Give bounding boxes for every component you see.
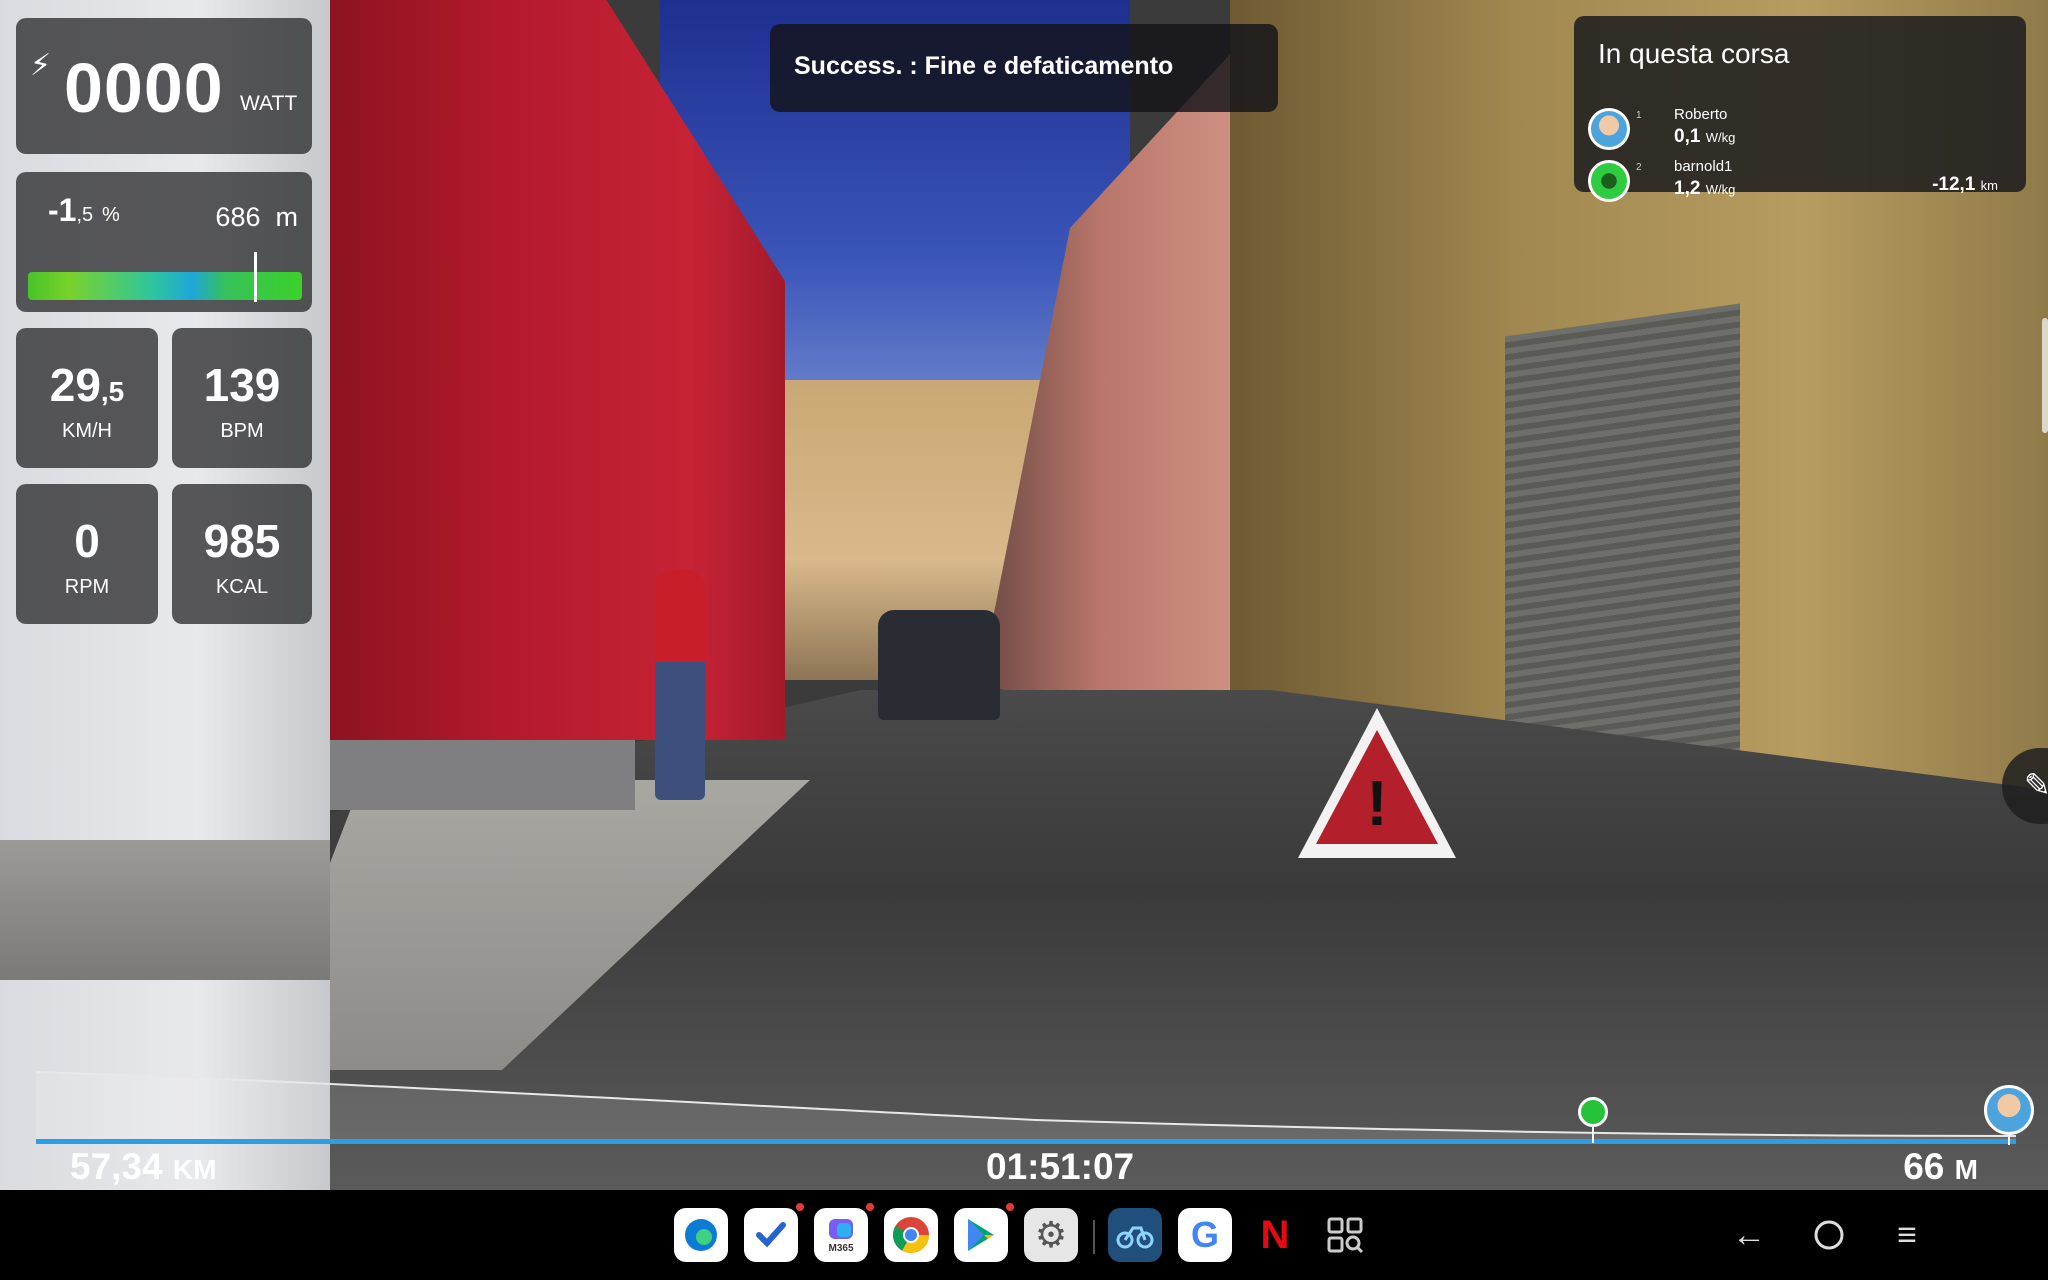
marker-stem (1592, 1127, 1594, 1143)
rider-name: Roberto (1674, 106, 1728, 123)
rider-wkg: 0,1 W/kg (1674, 126, 1736, 147)
power-panel: ⚡︎ 0000 WATT (16, 18, 312, 154)
rider-position: 2 (1636, 162, 1642, 173)
side-scroll-handle[interactable] (2042, 318, 2048, 433)
route-progress-bar (36, 1139, 2016, 1144)
garmin-tacx-icon[interactable] (1108, 1208, 1162, 1262)
settings-icon[interactable]: ⚙ (1024, 1208, 1078, 1262)
calories-tile: 985 KCAL (172, 484, 312, 624)
rider-name: barnold1 (1674, 158, 1733, 175)
lightning-icon: ⚡︎ (30, 49, 52, 82)
remaining-readout: 66 M (1903, 1146, 1978, 1187)
grade-gradient-bar (28, 272, 302, 300)
speed-unit: KM/H (62, 420, 112, 442)
netflix-icon[interactable]: N (1248, 1208, 1302, 1262)
m365-icon[interactable]: M365 (814, 1203, 874, 1262)
race-panel[interactable]: In questa corsa 1 Roberto 0,1 W/kg 2 bar… (1574, 16, 2026, 202)
parked-car (878, 610, 1000, 720)
pencil-icon: ✎ (2024, 767, 2048, 803)
rider-position: 1 (1636, 110, 1642, 121)
marker-stem (2008, 1135, 2010, 1145)
power-unit: WATT (240, 92, 298, 115)
pedestrian (655, 570, 705, 800)
race-panel-title: In questa corsa (1598, 38, 1790, 69)
rider-avatar (1588, 108, 1630, 150)
speed-tile: 29,5 KM/H (16, 328, 158, 468)
rider-avatar (1588, 160, 1630, 202)
home-icon[interactable] (1804, 1210, 1854, 1260)
recents-icon[interactable]: ≡ (1882, 1210, 1932, 1260)
heart-rate-tile: 139 BPM (172, 328, 312, 468)
elevation-profile (36, 1071, 2016, 1142)
app-search-icon[interactable] (1318, 1208, 1372, 1262)
power-value: 0000 (64, 49, 224, 127)
to-do-icon[interactable] (744, 1203, 804, 1262)
rider-wkg: 1,2 W/kg (1674, 178, 1736, 199)
cadence-tile: 0 RPM (16, 484, 158, 624)
heart-rate-unit: BPM (220, 420, 264, 442)
rider-row[interactable]: 1 Roberto 0,1 W/kg (1588, 104, 2008, 152)
edge-icon[interactable] (674, 1208, 728, 1262)
rider-row[interactable]: 2 barnold1 1,2 W/kg -12,1 km (1588, 156, 2008, 204)
notification-dot (1006, 1203, 1014, 1211)
heart-rate-value: 139 (203, 359, 281, 411)
back-icon[interactable]: ← (1724, 1210, 1774, 1260)
my-position-marker[interactable] (1984, 1085, 2034, 1135)
grade-value: -1,5 % (48, 192, 120, 228)
red-building-base (315, 740, 635, 810)
android-taskbar: M365 ⚙ G N ← ≡ (0, 1190, 2048, 1280)
notification-dot (866, 1203, 874, 1211)
cadence-value: 0 (74, 515, 100, 567)
distance-readout: 57,34 KM (70, 1146, 217, 1187)
elevation-area (36, 1072, 2016, 1142)
rider-gap: -12,1 km (1932, 174, 1998, 195)
banner-text: Success. : Fine e defaticamento (794, 52, 1174, 80)
chrome-icon[interactable] (884, 1208, 938, 1262)
notification-dot (796, 1203, 804, 1211)
play-store-icon[interactable] (954, 1203, 1014, 1262)
google-icon[interactable]: G (1178, 1208, 1232, 1262)
altitude-value: 686 m (215, 202, 298, 232)
grade-panel: -1,5 % 686 m (16, 172, 312, 312)
cadence-unit: RPM (64, 576, 110, 598)
elapsed-time: 01:51:07 (986, 1146, 1135, 1187)
workout-step-banner: Success. : Fine e defaticamento (770, 24, 1278, 112)
taskbar-separator (1093, 1220, 1095, 1254)
opponent-marker[interactable] (1578, 1097, 1608, 1127)
grade-position-cursor (254, 252, 257, 302)
calories-unit: KCAL (215, 576, 269, 598)
speed-value: 29,5 (49, 359, 125, 411)
calories-value: 985 (203, 515, 281, 567)
